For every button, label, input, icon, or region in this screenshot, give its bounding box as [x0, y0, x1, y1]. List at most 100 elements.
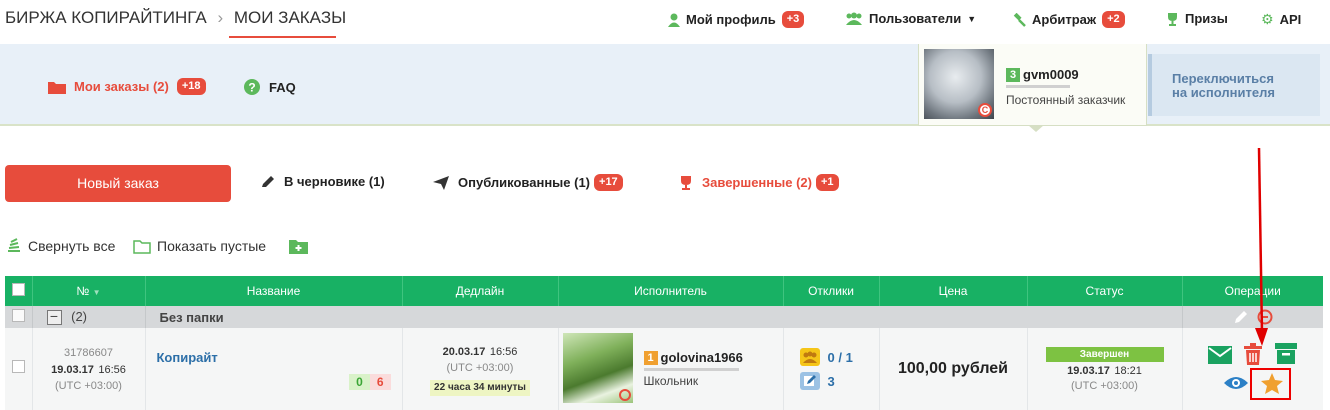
pencil-icon [262, 175, 274, 187]
tab-drafts-label: В черновике (1) [284, 174, 385, 189]
created-time: 16:56 [98, 363, 126, 376]
question-icon: ? [244, 79, 260, 95]
new-order-button[interactable]: Новый заказ [5, 165, 231, 202]
order-id: 31786607 [64, 346, 113, 359]
executor-username[interactable]: golovina1966 [661, 350, 743, 365]
col-title[interactable]: Название [145, 276, 403, 306]
user-icon [668, 13, 680, 27]
archive-icon[interactable] [1274, 343, 1297, 364]
status-date: 19.03.17 [1067, 364, 1110, 377]
folder-row: − (2) Без папки [5, 306, 1323, 328]
nav-arbitration[interactable]: Арбитраж +2 [1012, 11, 1125, 28]
sort-icon: ▼ [92, 288, 101, 297]
nav-prizes[interactable]: Призы [1166, 11, 1228, 26]
breadcrumb: БИРЖА КОПИРАЙТИНГА › МОИ ЗАКАЗЫ [5, 8, 346, 28]
tab-published-badge: +17 [594, 174, 623, 191]
breadcrumb-separator: › [217, 8, 224, 27]
nav-api[interactable]: ⚙ API [1261, 11, 1301, 28]
tab-drafts[interactable]: В черновике (1) [260, 174, 385, 189]
breadcrumb-underline [229, 36, 336, 38]
tab-completed[interactable]: Завершенные (2) +1 [678, 174, 839, 191]
profile-rating-bar [1006, 85, 1070, 88]
users-icon [846, 12, 862, 25]
nav-users[interactable]: Пользователи ▼ [845, 11, 976, 26]
edit-note-icon [799, 372, 820, 390]
collapse-all-link[interactable]: Свернуть все [6, 238, 115, 254]
trophy-icon [681, 175, 691, 190]
stack-icon [8, 238, 20, 252]
status-time: 18:21 [1114, 364, 1142, 377]
table-row[interactable]: 31786607 19.03.17 16:56 (UTC +03:00) Коп… [5, 328, 1323, 410]
folder-count: (2) [71, 308, 88, 324]
star-icon[interactable] [1260, 373, 1283, 394]
row-checkbox[interactable] [11, 360, 25, 373]
show-empty-link[interactable]: Показать пустые [133, 238, 266, 254]
executor-name-row: 1 golovina1966 [643, 350, 743, 365]
col-responses[interactable]: Отклики [783, 276, 880, 306]
add-folder-button[interactable] [289, 238, 308, 254]
col-number-label: № [76, 284, 90, 298]
executor-avatar[interactable] [562, 333, 633, 403]
nav-profile[interactable]: Мой профиль +3 [668, 11, 805, 28]
profile-name-row: 3 gvm0009 [1006, 67, 1079, 82]
annotation-arrow-icon [1255, 148, 1268, 346]
my-orders-link[interactable]: Мои заказы (2) +18 [48, 78, 206, 95]
users-icon [799, 348, 820, 366]
row-id-cell: 31786607 19.03.17 16:56 (UTC +03:00) [32, 328, 146, 410]
executor-status-icon [618, 389, 631, 401]
my-orders-label: Мои заказы (2) [74, 79, 169, 94]
chevron-down-icon: ▼ [967, 13, 977, 24]
profile-username[interactable]: gvm0009 [1023, 67, 1079, 82]
folder-name: Без папки [145, 306, 1183, 328]
col-number[interactable]: № ▼ [32, 276, 146, 306]
tab-published[interactable]: Опубликованные (1) +17 [432, 174, 623, 191]
nav-prizes-label: Призы [1185, 11, 1228, 26]
select-all-checkbox[interactable] [11, 283, 25, 296]
nav-profile-label: Мой профиль [686, 12, 776, 27]
order-stats: 0 6 [349, 374, 391, 390]
stat-red: 6 [369, 374, 391, 390]
tab-published-label: Опубликованные (1) [458, 175, 591, 190]
deadline-tz: (UTC +03:00) [446, 361, 514, 374]
row-responses-cell: 0 / 1 3 [783, 328, 880, 410]
created-tz: (UTC +03:00) [55, 379, 122, 392]
profile-level-badge: 3 [1006, 67, 1020, 82]
table-header-row: № ▼ Название Дедлайн Исполнитель Отклики… [5, 276, 1323, 306]
col-price[interactable]: Цена [879, 276, 1028, 306]
message-icon[interactable] [1207, 346, 1232, 364]
responses-link[interactable]: 0 / 1 [799, 348, 879, 366]
folder-outline-icon [133, 239, 151, 254]
eye-icon[interactable] [1223, 375, 1249, 391]
edit-folder-icon[interactable] [1233, 309, 1249, 325]
customer-mark-icon: C [978, 103, 992, 117]
col-deadline[interactable]: Дедлайн [402, 276, 559, 306]
executor-rating-bar [643, 368, 739, 371]
gear-icon: ⚙ [1261, 11, 1274, 27]
show-empty-label: Показать пустые [157, 238, 267, 254]
order-title-link[interactable]: Копирайт [157, 350, 218, 365]
breadcrumb-root[interactable]: БИРЖА КОПИРАЙТИНГА [5, 8, 207, 27]
stat-green: 0 [349, 374, 370, 390]
row-executor-cell: 1 golovina1966 Школьник [558, 328, 784, 410]
created-date: 19.03.17 [51, 363, 94, 376]
collapse-folder-icon[interactable]: − [46, 309, 62, 326]
select-all-cell [5, 276, 33, 306]
nav-arbitration-label: Арбитраж [1032, 12, 1097, 27]
status-badge: Завершен [1045, 346, 1164, 362]
responses-count: 0 / 1 [827, 349, 853, 365]
trophy-icon [1168, 12, 1177, 26]
faq-label: FAQ [269, 79, 296, 95]
col-executor[interactable]: Исполнитель [558, 276, 784, 306]
order-price: 100,00 рублей [879, 328, 1028, 410]
faq-link[interactable]: ? FAQ [243, 78, 296, 96]
folder-checkbox[interactable] [11, 309, 25, 322]
collapse-all-label: Свернуть все [28, 238, 116, 254]
nav-api-label: API [1279, 12, 1302, 27]
edits-link[interactable]: 3 [799, 372, 879, 390]
gavel-icon [1013, 12, 1026, 27]
switch-line1: Переключиться [1172, 71, 1274, 86]
executor-level-badge: 1 [643, 350, 658, 365]
nav-profile-badge: +3 [781, 11, 805, 28]
switch-to-executor-button[interactable]: Переключиться на исполнителя [1148, 54, 1320, 116]
col-status[interactable]: Статус [1027, 276, 1183, 306]
